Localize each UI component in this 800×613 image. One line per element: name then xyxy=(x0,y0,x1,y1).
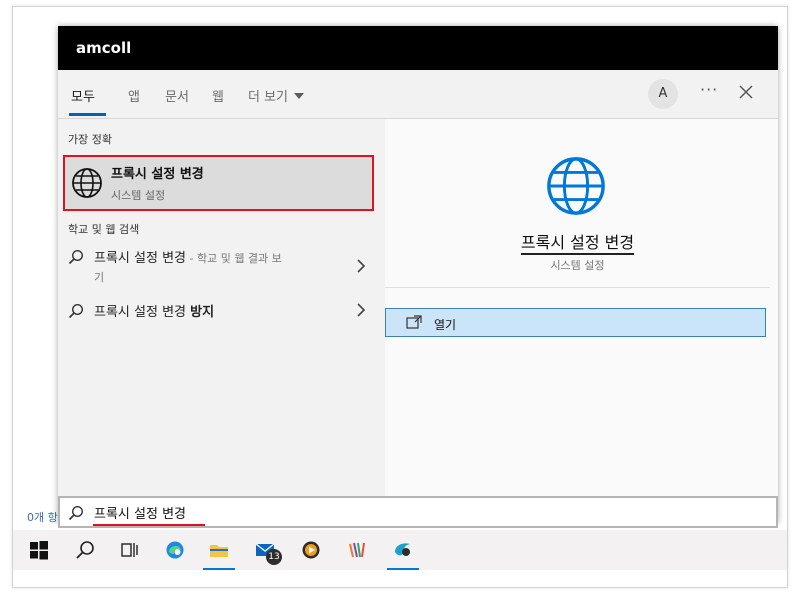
media-player-icon xyxy=(302,541,320,559)
close-icon[interactable] xyxy=(738,84,754,100)
taskbar-app[interactable] xyxy=(337,530,377,570)
open-icon xyxy=(406,315,422,329)
search-input[interactable]: 프록시 설정 변경 xyxy=(94,503,186,522)
search-icon xyxy=(76,541,94,559)
web-result-bold-suffix: 방지 xyxy=(190,305,215,320)
globe-icon xyxy=(72,168,102,198)
taskbar-edge[interactable] xyxy=(155,530,195,570)
results-list: 가장 정확 프록시 설정 변경 시스템 설정 학교 및 웹 검색 프록시 설정 … xyxy=(58,119,384,496)
open-label: 열기 xyxy=(434,318,457,332)
tab-web[interactable]: 웹 xyxy=(212,86,224,105)
file-explorer-icon xyxy=(210,545,228,557)
taskbar-mail[interactable]: 13 xyxy=(245,530,285,570)
tab-apps[interactable]: 앱 xyxy=(128,86,140,105)
window-title: amcoll xyxy=(58,26,778,70)
taskbar: 13 xyxy=(13,530,787,570)
best-match-result[interactable]: 프록시 설정 변경 시스템 설정 xyxy=(63,155,374,211)
edge-icon xyxy=(166,541,184,559)
task-view-button[interactable] xyxy=(109,530,149,570)
start-button[interactable] xyxy=(19,530,59,570)
search-icon xyxy=(68,249,84,265)
caret-down-icon xyxy=(294,93,305,99)
mail-badge: 13 xyxy=(266,549,282,565)
search-panel: amcoll 모두 앱 문서 웹 더 보기 A ··· 가장 정확 프록시 설정… xyxy=(58,26,778,523)
web-result-suffix-line2: 기 xyxy=(94,271,105,284)
search-box[interactable]: 프록시 설정 변경 xyxy=(58,496,778,528)
globe-icon xyxy=(547,157,605,215)
app-icon xyxy=(349,542,365,558)
best-match-subtitle: 시스템 설정 xyxy=(111,189,166,202)
tab-more-label: 더 보기 xyxy=(248,90,289,105)
web-result-query: 프록시 설정 변경 xyxy=(94,305,186,320)
search-highlight-underline xyxy=(93,524,205,526)
web-result-query: 프록시 설정 변경 xyxy=(94,251,186,266)
screenshot-frame: 0개 항 amcoll 모두 앱 문서 웹 더 보기 A ··· 가장 정확 프… xyxy=(12,6,788,588)
running-indicator xyxy=(387,568,419,570)
web-search-heading: 학교 및 웹 검색 xyxy=(68,223,140,236)
preview-title-text: 프록시 설정 변경 xyxy=(520,233,635,255)
best-match-title: 프록시 설정 변경 xyxy=(111,167,204,182)
web-result-1[interactable]: 프록시 설정 변경 - 학교 및 웹 결과 보 기 xyxy=(68,247,368,291)
divider xyxy=(385,287,770,288)
open-button[interactable]: 열기 xyxy=(385,308,766,337)
taskbar-file-explorer[interactable] xyxy=(199,530,239,570)
account-avatar[interactable]: A xyxy=(648,79,678,109)
tab-bar: 모두 앱 문서 웹 더 보기 A ··· xyxy=(58,70,778,119)
preview-pane: 프록시 설정 변경 시스템 설정 열기 xyxy=(385,119,778,496)
background-status-text: 0개 항 xyxy=(27,511,58,524)
tab-web-label: 웹 xyxy=(212,90,224,105)
taskbar-media-player[interactable] xyxy=(291,530,331,570)
chevron-right-icon xyxy=(357,303,366,317)
preview-subtitle: 시스템 설정 xyxy=(550,259,605,272)
search-icon xyxy=(68,303,84,319)
tab-more[interactable]: 더 보기 xyxy=(248,86,305,105)
preview-title[interactable]: 프록시 설정 변경 xyxy=(385,229,770,255)
app-icon-2 xyxy=(395,543,410,556)
chevron-right-icon xyxy=(357,259,366,273)
task-view-icon xyxy=(121,543,138,557)
more-options-button[interactable]: ··· xyxy=(700,80,718,99)
running-indicator xyxy=(203,568,235,570)
start-icon xyxy=(30,541,48,560)
tab-all[interactable]: 모두 xyxy=(71,86,95,105)
web-result-2[interactable]: 프록시 설정 변경 방지 xyxy=(68,301,368,323)
search-icon xyxy=(68,505,84,521)
taskbar-app-2[interactable] xyxy=(383,530,423,570)
taskbar-search-button[interactable] xyxy=(65,530,105,570)
best-match-heading: 가장 정확 xyxy=(68,133,112,146)
active-tab-indicator xyxy=(69,113,106,116)
web-result-suffix: - 학교 및 웹 결과 보 xyxy=(186,252,282,265)
tab-documents[interactable]: 문서 xyxy=(165,86,189,105)
